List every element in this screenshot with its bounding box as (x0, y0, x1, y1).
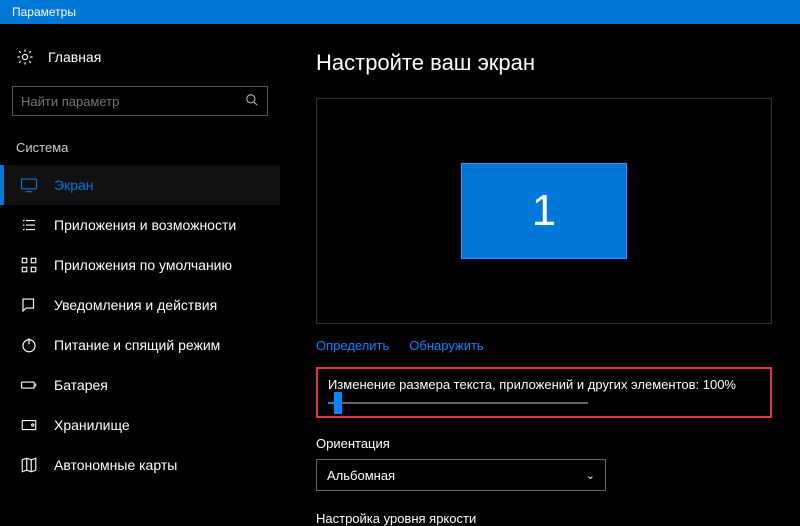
home-button[interactable]: Главная (0, 40, 280, 74)
sidebar-item-default-apps[interactable]: Приложения по умолчанию (0, 245, 280, 285)
sidebar-item-battery[interactable]: Батарея (0, 365, 280, 405)
sidebar: Главная Система Экран Приложения и возмо… (0, 24, 280, 503)
power-icon (20, 336, 38, 354)
display-preview: 1 (316, 98, 772, 324)
sidebar-item-offline-maps[interactable]: Автономные карты (0, 445, 280, 485)
brightness-label: Настройка уровня яркости (316, 511, 772, 526)
detect-link[interactable]: Обнаружить (409, 338, 483, 353)
monitor-links: Определить Обнаружить (316, 338, 772, 353)
sidebar-item-label: Уведомления и действия (54, 297, 217, 313)
sidebar-item-label: Автономные карты (54, 457, 177, 473)
sidebar-item-label: Питание и спящий режим (54, 337, 220, 353)
home-label: Главная (48, 49, 101, 65)
scale-annotation-box: Изменение размера текста, приложений и д… (316, 367, 772, 418)
battery-icon (20, 376, 38, 394)
sidebar-item-power-sleep[interactable]: Питание и спящий режим (0, 325, 280, 365)
list-icon (20, 216, 38, 234)
gear-icon (16, 48, 34, 66)
display-icon (20, 176, 38, 194)
monitor-tile[interactable]: 1 (461, 163, 627, 259)
search-input[interactable] (21, 94, 245, 109)
orientation-dropdown[interactable]: Альбомная ⌄ (316, 459, 606, 491)
slider-thumb[interactable] (334, 392, 342, 414)
sidebar-item-label: Приложения и возможности (54, 217, 236, 233)
window-title: Параметры (12, 5, 76, 19)
main-panel: Настройте ваш экран 1 Определить Обнаруж… (280, 24, 800, 503)
window-titlebar: Параметры (0, 0, 800, 24)
sidebar-item-label: Приложения по умолчанию (54, 257, 232, 273)
sidebar-item-notifications[interactable]: Уведомления и действия (0, 285, 280, 325)
sidebar-item-apps-features[interactable]: Приложения и возможности (0, 205, 280, 245)
orientation-value: Альбомная (327, 468, 395, 483)
sidebar-item-label: Экран (54, 177, 94, 193)
map-icon (20, 456, 38, 474)
grid-icon (20, 256, 38, 274)
storage-icon (20, 416, 38, 434)
category-heading: Система (0, 136, 280, 165)
sidebar-item-label: Батарея (54, 377, 108, 393)
sidebar-item-storage[interactable]: Хранилище (0, 405, 280, 445)
search-input-wrapper[interactable] (12, 86, 268, 116)
sidebar-item-label: Хранилище (54, 417, 130, 433)
identify-link[interactable]: Определить (316, 338, 389, 353)
scale-slider[interactable] (328, 402, 588, 404)
monitor-number: 1 (532, 186, 556, 236)
search-icon (245, 93, 259, 110)
page-title: Настройте ваш экран (316, 50, 772, 76)
orientation-label: Ориентация (316, 436, 772, 451)
notification-icon (20, 296, 38, 314)
scale-label: Изменение размера текста, приложений и д… (328, 377, 760, 392)
sidebar-item-display[interactable]: Экран (0, 165, 280, 205)
chevron-down-icon: ⌄ (586, 469, 595, 482)
